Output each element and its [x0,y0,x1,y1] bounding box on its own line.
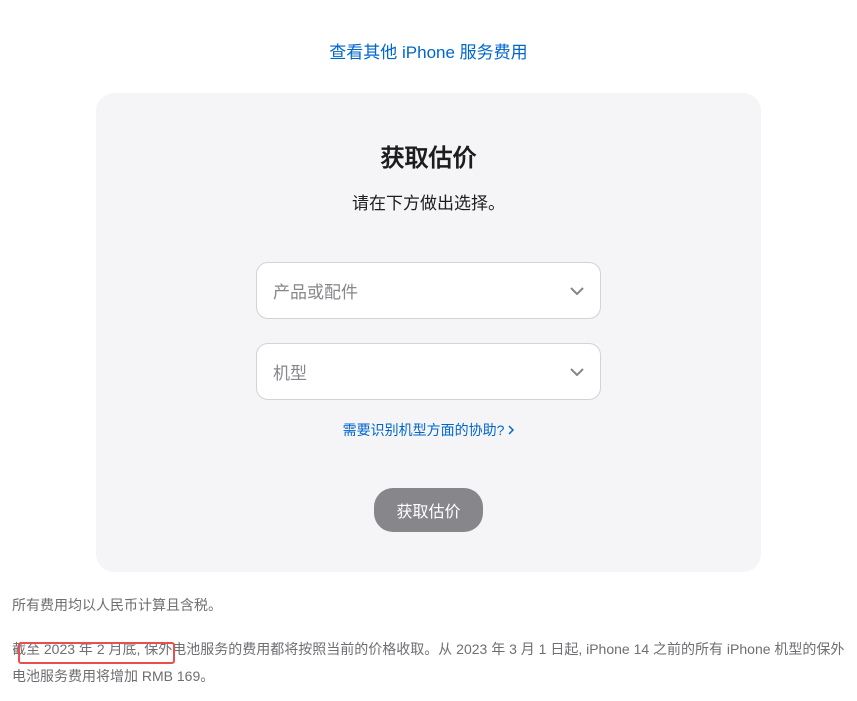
help-link-label: 需要识别机型方面的协助? [343,420,505,440]
view-other-fees-link[interactable]: 查看其他 iPhone 服务费用 [329,43,527,62]
help-link-container: 需要识别机型方面的协助? [136,420,721,440]
identify-model-help-link[interactable]: 需要识别机型方面的协助? [343,420,515,440]
footer-tax-note: 所有费用均以人民币计算且含税。 [12,594,845,616]
product-select-placeholder: 产品或配件 [273,278,358,303]
get-estimate-button[interactable]: 获取估价 [374,488,482,532]
model-select[interactable]: 机型 [256,343,601,400]
chevron-down-icon [570,287,584,295]
product-select[interactable]: 产品或配件 [256,262,601,319]
top-link-container: 查看其他 iPhone 服务费用 [10,38,847,63]
chevron-right-icon [508,425,514,435]
card-title: 获取估价 [136,138,721,173]
product-select-wrapper: 产品或配件 [256,262,601,319]
model-select-placeholder: 机型 [273,359,307,384]
model-select-wrapper: 机型 [256,343,601,400]
footer-text: 所有费用均以人民币计算且含税。 截至 2023 年 2 月底, 保外电池服务的费… [10,594,847,690]
chevron-down-icon [570,368,584,376]
card-subtitle: 请在下方做出选择。 [136,189,721,214]
estimate-card: 获取估价 请在下方做出选择。 产品或配件 机型 需要识别机型方面的协助? [96,93,761,572]
